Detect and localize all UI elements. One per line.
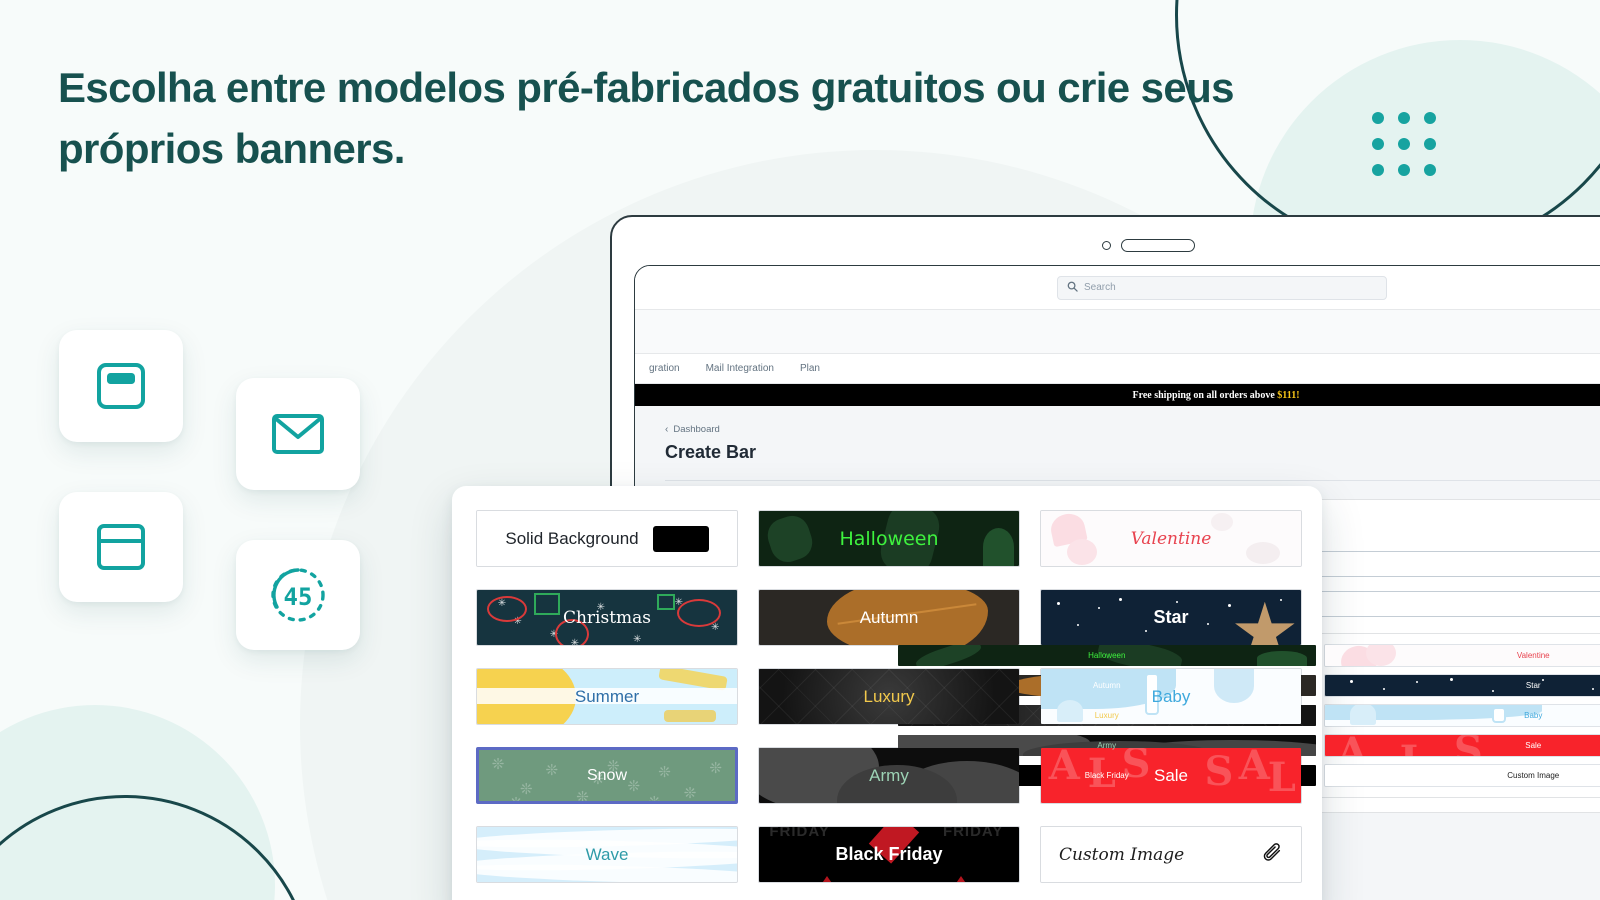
breadcrumb[interactable]: ‹ Dashboard <box>665 424 1600 435</box>
template-label-valentine: Valentine <box>1130 528 1212 549</box>
mini-template-label: Valentine <box>1516 651 1550 660</box>
promo-bar-amount: $111! <box>1277 389 1300 401</box>
feature-card-banner-bar[interactable] <box>59 330 183 442</box>
template-label-blackfriday: Black Friday <box>835 844 943 864</box>
chevron-left-icon: ‹ <box>665 424 669 435</box>
template-label-text-solid: Solid Background <box>505 528 639 548</box>
app-sub-bar <box>635 310 1600 354</box>
template-grid: Solid Background Halloween Valentine ✳ ✳ ✳ ✳ ✳ ✳… <box>476 510 1302 883</box>
countdown-timer-icon: 45 <box>269 566 327 624</box>
template-card-halloween[interactable]: Halloween <box>758 510 1020 567</box>
nav-item-mail-integration[interactable]: Mail Integration <box>706 363 774 374</box>
template-label-star: Star <box>1153 607 1189 627</box>
envelope-icon <box>271 411 325 457</box>
mini-template-label: Luxury <box>1094 711 1119 720</box>
template-card-snow[interactable]: ❊ ❊ ❊ ❊ ❊ ❊ ❊ ❊ ❊ ❊ ❊ ❊ Snow <box>476 747 738 804</box>
mini-template-label: Halloween <box>1088 651 1126 660</box>
dashboard-page-title: Create Bar <box>665 442 757 462</box>
page-title: Escolha entre modelos pré-fabricados gra… <box>58 64 1235 172</box>
dashboard-page-header: Create Bar Save <box>665 441 1600 464</box>
template-card-star[interactable]: Star <box>1040 589 1302 646</box>
template-card-baby[interactable]: Baby <box>1040 668 1302 725</box>
template-card-valentine[interactable]: Valentine <box>1040 510 1302 567</box>
app-top-bar: Search <box>635 266 1600 310</box>
template-card-custom[interactable]: Custom Image <box>1040 826 1302 883</box>
template-card-wave[interactable]: Wave <box>476 826 738 883</box>
tablet-camera-speaker <box>1102 239 1195 252</box>
template-label-luxury: Luxury <box>863 686 915 706</box>
promo-bar-text: Free shipping on all orders above $111! <box>1132 390 1299 401</box>
mini-template-card[interactable]: Halloween <box>897 644 1317 667</box>
svg-text:45: 45 <box>284 583 313 611</box>
color-swatch[interactable] <box>652 525 709 552</box>
template-card-sale[interactable]: A L S S A L Sale <box>1040 747 1302 804</box>
template-card-christmas[interactable]: ✳ ✳ ✳ ✳ ✳ ✳ ✳ ✳ Christmas <box>476 589 738 646</box>
template-label-summer: Summer <box>574 686 640 706</box>
template-label-sale: Sale <box>1153 765 1189 785</box>
search-input[interactable]: Search <box>1057 275 1387 300</box>
feature-card-split-panel[interactable] <box>59 492 183 602</box>
app-nav-tabs: gration Mail Integration Plan <box>635 354 1600 384</box>
search-placeholder: Search <box>1084 282 1116 293</box>
template-label-baby: Baby <box>1151 686 1191 706</box>
mini-template-label: Autumn <box>1092 681 1121 690</box>
feature-card-countdown-timer[interactable]: 45 <box>236 540 360 650</box>
template-label-custom: Custom Image <box>1059 844 1185 865</box>
mini-template-card[interactable]: Baby <box>1323 704 1600 727</box>
mini-template-artwork: ALSSAL <box>1324 735 1600 756</box>
speaker-grille <box>1121 239 1195 252</box>
template-picker-panel: Solid Background Halloween Valentine ✳ ✳ ✳ ✳ ✳ ✳… <box>452 486 1322 900</box>
template-card-summer[interactable]: Summer <box>476 668 738 725</box>
template-label-halloween: Halloween <box>839 527 939 550</box>
template-label-christmas: Christmas <box>562 607 652 628</box>
nav-item-plan[interactable]: Plan <box>800 363 820 374</box>
template-card-army[interactable]: Army <box>758 747 1020 804</box>
nav-item-integration[interactable]: gration <box>649 363 680 374</box>
template-label-snow: Snow <box>586 766 628 784</box>
mini-template-label: Sale <box>1525 741 1542 750</box>
mini-template-card[interactable]: Star <box>1323 674 1600 697</box>
divider <box>665 480 1600 481</box>
search-icon <box>1067 281 1078 295</box>
split-panel-icon <box>95 522 147 572</box>
mini-template-label: Custom Image <box>1507 771 1560 780</box>
mini-template-card[interactable]: Valentine <box>1323 644 1600 667</box>
mini-template-label: Star <box>1525 681 1541 690</box>
paperclip-icon[interactable] <box>1261 841 1283 868</box>
template-card-autumn[interactable]: Autumn <box>758 589 1020 646</box>
promo-bar-message: Free shipping on all orders above <box>1132 389 1278 401</box>
mini-template-artwork <box>1324 675 1600 696</box>
mini-template-card[interactable]: Custom Image <box>1323 764 1600 787</box>
template-card-luxury[interactable]: Luxury <box>758 668 1020 725</box>
mini-template-artwork <box>1324 645 1600 666</box>
template-label-autumn: Autumn <box>859 607 919 627</box>
template-label-solid: Solid Background <box>505 525 709 552</box>
dot-grid-decoration <box>1372 112 1436 176</box>
promo-announcement-bar: Free shipping on all orders above $111! <box>635 384 1600 406</box>
mini-template-artwork <box>1324 705 1600 726</box>
breadcrumb-label: Dashboard <box>673 424 720 435</box>
template-card-solid[interactable]: Solid Background <box>476 510 738 567</box>
camera-lens-icon <box>1102 241 1111 250</box>
mini-template-label: Baby <box>1524 711 1543 720</box>
mini-template-label: Black Friday <box>1084 771 1129 780</box>
mini-template-label: Army <box>1097 741 1117 750</box>
banner-bar-icon <box>95 360 147 412</box>
template-card-blackfriday[interactable]: FRIDAY FRIDAY Black Friday <box>758 826 1020 883</box>
mini-template-card[interactable]: ALSSALSale <box>1323 734 1600 757</box>
template-label-wave: Wave <box>585 844 629 864</box>
feature-card-email[interactable] <box>236 378 360 490</box>
template-label-army: Army <box>869 765 909 785</box>
